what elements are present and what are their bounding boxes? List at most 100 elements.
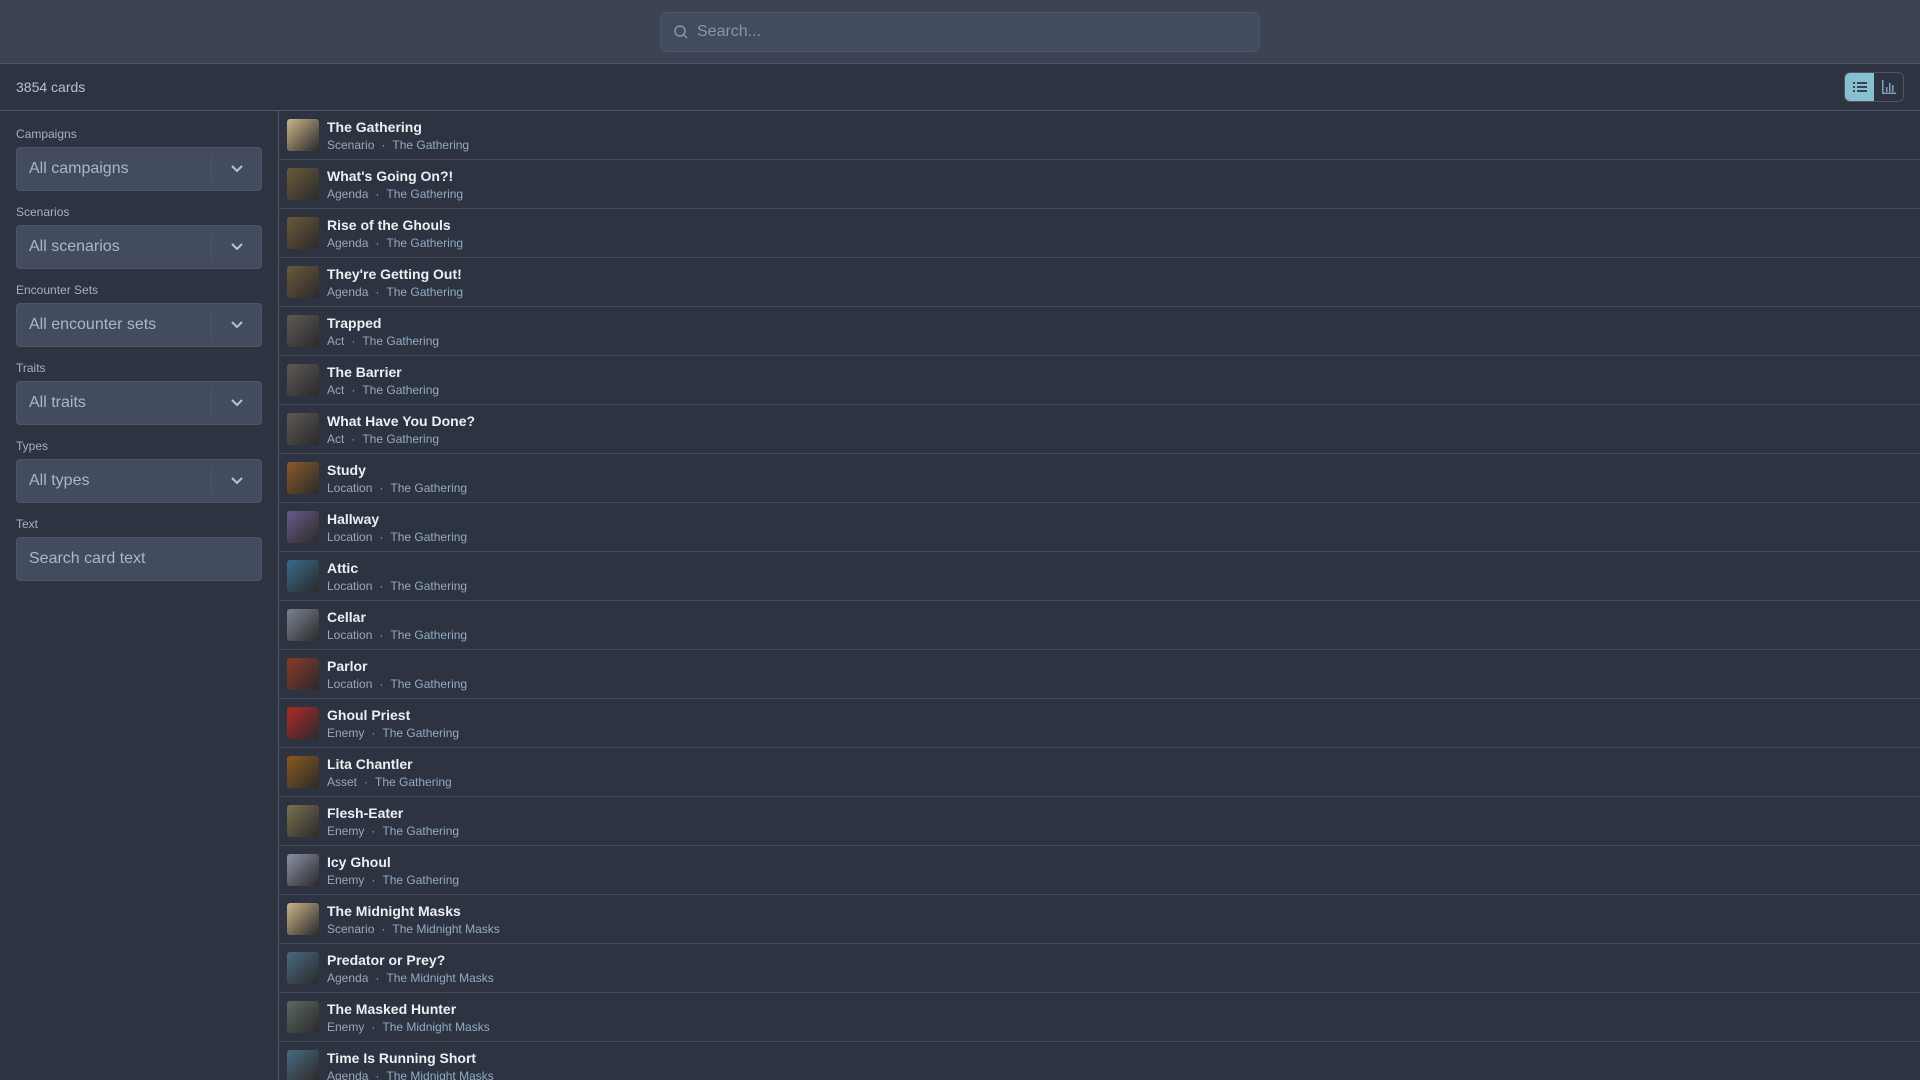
search-input[interactable] (697, 23, 1237, 41)
card-name: The Gathering (327, 118, 422, 135)
chart-view-button[interactable] (1874, 73, 1903, 101)
card-row[interactable]: What's Going On?! Agenda · The Gathering (279, 160, 1920, 209)
card-type: Location (327, 578, 373, 593)
card-text-placeholder: Search card text (29, 550, 146, 567)
card-type: Enemy (327, 872, 365, 887)
card-text-input[interactable]: Search card text (16, 537, 262, 581)
card-row[interactable]: Lita Chantler Asset · The Gathering (279, 748, 1920, 797)
list-view-button[interactable] (1845, 73, 1874, 101)
card-row[interactable]: The Midnight Masks Scenario · The Midnight… (279, 895, 1920, 944)
card-thumbnail (287, 756, 319, 788)
scenarios-label: Scenarios (16, 205, 70, 219)
card-row[interactable]: The Masked Hunter Enemy · The Midnight Mas… (279, 993, 1920, 1042)
results-bar: 3854 cards (0, 64, 1920, 111)
scenarios-select[interactable]: All scenarios (16, 225, 262, 269)
types-value: All types (29, 472, 90, 489)
card-name: They're Getting Out! (327, 265, 462, 282)
card-set: The Gathering (375, 774, 452, 789)
card-row[interactable]: Parlor Location · The Gathering (279, 650, 1920, 699)
card-row[interactable]: Icy Ghoul Enemy · The Gathering (279, 846, 1920, 895)
card-set: The Gathering (382, 725, 460, 740)
card-row[interactable]: Time Is Running Short Agenda · The Midnigh… (279, 1042, 1920, 1080)
card-type: Agenda (327, 970, 369, 985)
card-name: What's Going On?! (327, 167, 454, 184)
card-type: Enemy (327, 725, 365, 740)
card-name: Predator or Prey? (327, 951, 446, 968)
card-row[interactable]: They're Getting Out! Agenda · The Gatherin… (279, 258, 1920, 307)
card-set: The Gathering (390, 627, 468, 642)
card-set: The Gathering (362, 333, 440, 348)
card-type: Scenario (327, 137, 375, 152)
card-row[interactable]: Flesh-Eater Enemy · The Gathering (279, 797, 1920, 846)
card-name: Lita Chantler (327, 755, 413, 772)
card-type: Act (327, 333, 345, 348)
card-list: The Gathering Scenario · The Gathering Wha… (279, 111, 1920, 1080)
card-row[interactable]: Rise of the Ghouls Agenda · The Gathering (279, 209, 1920, 258)
card-set: The Gathering (392, 137, 470, 152)
types-label: Types (16, 439, 49, 453)
card-row[interactable]: Cellar Location · The Gathering (279, 601, 1920, 650)
encounter_sets-label: Encounter Sets (16, 283, 99, 297)
card-row[interactable]: The Gathering Scenario · The Gathering (279, 111, 1920, 160)
card-thumbnail (287, 707, 319, 739)
card-set: The Gathering (390, 676, 468, 691)
card-row[interactable]: Predator or Prey? Agenda · The Midnight Ma… (279, 944, 1920, 993)
card-type: Agenda (327, 235, 369, 250)
filter-sidebar: Campaigns All campaigns Scenarios All sce… (0, 111, 279, 1080)
card-name: What Have You Done? (327, 412, 476, 429)
traits-label: Traits (16, 361, 46, 375)
card-type: Enemy (327, 823, 365, 838)
card-set: The Gathering (386, 235, 464, 250)
card-name: Trapped (327, 314, 382, 331)
card-type: Scenario (327, 921, 375, 936)
card-set: The Gathering (386, 284, 464, 299)
campaigns-value: All campaigns (29, 160, 129, 177)
chevron-down-icon[interactable] (211, 389, 261, 417)
card-name: Flesh-Eater (327, 804, 404, 821)
card-name: The Barrier (327, 363, 402, 380)
campaigns-label: Campaigns (16, 127, 77, 141)
chevron-down-icon[interactable] (211, 155, 261, 183)
card-thumbnail (287, 1050, 319, 1080)
chevron-down-icon[interactable] (211, 311, 261, 339)
card-thumbnail (287, 560, 319, 592)
card-row[interactable]: The Barrier Act · The Gathering (279, 356, 1920, 405)
card-row[interactable]: Trapped Act · The Gathering (279, 307, 1920, 356)
card-thumbnail (287, 854, 319, 886)
card-type: Agenda (327, 186, 369, 201)
card-thumbnail (287, 1001, 319, 1033)
view-toggle (1844, 72, 1904, 102)
campaigns-select[interactable]: All campaigns (16, 147, 262, 191)
card-thumbnail (287, 119, 319, 151)
card-row[interactable]: Ghoul Priest Enemy · The Gathering (279, 699, 1920, 748)
card-thumbnail (287, 315, 319, 347)
card-count: 3854 cards (16, 79, 86, 95)
card-type: Agenda (327, 1068, 369, 1080)
card-name: Study (327, 461, 366, 478)
chevron-down-icon[interactable] (211, 233, 261, 261)
card-thumbnail (287, 413, 319, 445)
types-select[interactable]: All types (16, 459, 262, 503)
card-row[interactable]: What Have You Done? Act · The Gathering (279, 405, 1920, 454)
scenarios-value: All scenarios (29, 238, 120, 255)
card-name: Parlor (327, 657, 368, 674)
encounter_sets-select[interactable]: All encounter sets (16, 303, 262, 347)
card-row[interactable]: Attic Location · The Gathering (279, 552, 1920, 601)
card-type: Act (327, 382, 345, 397)
card-row[interactable]: Study Location · The Gathering (279, 454, 1920, 503)
card-type: Agenda (327, 284, 369, 299)
bar-chart-icon (1881, 80, 1896, 94)
card-set: The Gathering (386, 186, 464, 201)
card-type: Act (327, 431, 345, 446)
card-row[interactable]: Hallway Location · The Gathering (279, 503, 1920, 552)
card-set: The Gathering (362, 431, 440, 446)
text-label: Text (16, 517, 39, 531)
chevron-down-icon[interactable] (211, 467, 261, 495)
card-type: Location (327, 627, 373, 642)
card-set: The Midnight Masks (386, 1068, 494, 1080)
traits-select[interactable]: All traits (16, 381, 262, 425)
card-name: Hallway (327, 510, 380, 527)
card-type: Location (327, 676, 373, 691)
list-icon (1852, 82, 1867, 92)
search-box[interactable] (660, 12, 1260, 52)
